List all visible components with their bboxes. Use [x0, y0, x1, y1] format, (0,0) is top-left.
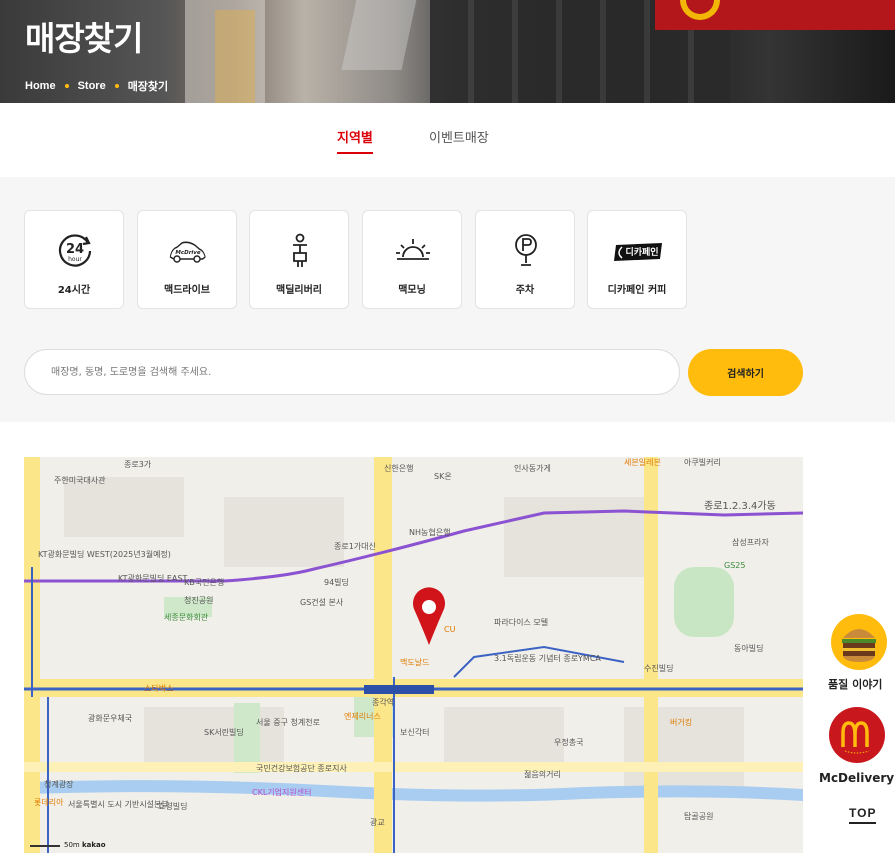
quality-story-button[interactable]: [831, 614, 887, 670]
map-label: 광교: [370, 818, 385, 827]
tab-bar: 지역별 이벤트매장: [0, 103, 895, 177]
filter-label: 맥모닝: [398, 285, 426, 296]
map-label: 국민건강보험공단 종로지사: [256, 764, 347, 773]
map-label: 주한미국대사관: [54, 476, 106, 485]
mcdelivery-button[interactable]: [829, 707, 885, 763]
24-hour-icon: 24 hour: [58, 234, 92, 267]
filter-24-hours[interactable]: 24 hour 24시간: [24, 210, 124, 309]
filter-decaf-coffee[interactable]: 디카페인 디카페인 커피: [587, 210, 687, 309]
map-label: 맥도날드: [400, 658, 430, 667]
golden-arches-logo-icon: [841, 721, 870, 754]
breadcrumb-current: 매장찾기: [127, 81, 169, 93]
filter-mcdrive[interactable]: McDrive 맥드라이브: [137, 210, 237, 309]
hero-banner: 매장찾기 Home Store 매장찾기: [0, 0, 895, 103]
filter-label: 주차: [515, 285, 535, 296]
map-label: GS25: [724, 561, 746, 570]
delivery-rider-icon: [293, 233, 307, 267]
mcdelivery-label[interactable]: McDelivery: [819, 771, 894, 785]
map-label: KB국민은행: [184, 578, 225, 587]
hero-bg-shape: [341, 0, 419, 70]
store-search-input[interactable]: [24, 349, 680, 395]
tab-event-store[interactable]: 이벤트매장: [429, 127, 489, 146]
map-label: SK온: [434, 472, 452, 481]
map-canvas: [24, 457, 803, 853]
map-label: 엔제리너스: [344, 712, 381, 721]
map-label: 동아빌딩: [734, 644, 764, 653]
filter-label: 맥딜리버리: [276, 285, 322, 296]
map-label: 광화문우체국: [88, 714, 133, 723]
filter-parking[interactable]: 주차: [475, 210, 575, 309]
map-label: SK서린빌딩: [204, 728, 244, 737]
breadcrumb-separator-icon: [114, 84, 119, 88]
page-title: 매장찾기: [25, 19, 143, 58]
decaf-badge-icon: 디카페인: [614, 243, 662, 261]
map-label: 종로1.2.3.4가동: [704, 501, 776, 512]
map-label: 롯데리아: [34, 798, 64, 807]
map-label: 청진공원: [184, 596, 214, 605]
svg-text:hour: hour: [68, 256, 82, 263]
map-label: 버거킹: [670, 718, 693, 727]
map-label: 삼성프라자: [732, 538, 769, 547]
svg-text:24: 24: [66, 242, 84, 257]
map-label: 3.1독립운동 기념터 종로YMCA: [494, 654, 601, 663]
map-label: 세종문화회관: [164, 613, 209, 622]
map-label: CU: [444, 625, 456, 634]
breadcrumb-separator-icon: [64, 84, 69, 88]
breadcrumb: Home Store 매장찾기: [25, 78, 168, 94]
map-label: 서울 중구 청계천로: [256, 718, 320, 727]
map-scale-label: 50m: [64, 841, 80, 849]
svg-text:디카페인: 디카페인: [625, 246, 658, 258]
filter-label: 맥드라이브: [164, 285, 210, 296]
map-label: KT광화문빌딩 EAST: [118, 574, 188, 583]
sunrise-icon: [396, 239, 430, 260]
map-label: 세븐일레븐: [624, 458, 661, 467]
burger-icon: [842, 629, 876, 662]
map-label: CKL기업지원센터: [252, 788, 312, 797]
mcdrive-car-icon: McDrive: [169, 241, 206, 263]
breadcrumb-home[interactable]: Home: [25, 80, 56, 92]
filter-label: 디카페인 커피: [607, 285, 667, 296]
filter-label: 24시간: [57, 285, 91, 296]
map-label: 종각역: [372, 698, 395, 707]
map-label: 파라다이스 모텔: [494, 618, 549, 627]
quality-story-label[interactable]: 품질 이야기: [828, 676, 882, 692]
map-label: 스타벅스: [144, 684, 174, 693]
hero-bg-shape: [215, 10, 255, 103]
breadcrumb-store[interactable]: Store: [78, 80, 106, 92]
tab-region[interactable]: 지역별: [337, 127, 373, 154]
map-label: 94빌딩: [324, 578, 349, 587]
map-label: 인사동가게: [514, 464, 551, 473]
map-label: KT광화문빌딩 WEST(2025년3월예정): [38, 550, 171, 559]
map-label: 종로1가대신: [334, 542, 376, 551]
map-label: 젊음의거리: [524, 770, 561, 779]
parking-pin-icon: [515, 234, 537, 266]
map-label: 탑골공원: [684, 812, 714, 821]
scroll-top-button[interactable]: TOP: [849, 806, 877, 824]
filter-panel: 24 hour 24시간 McDrive 맥드라이브 맥딜리버리 맥모닝 주차 …: [0, 177, 895, 422]
map-label: 종로3가: [124, 460, 152, 469]
filter-mcmorning[interactable]: 맥모닝: [362, 210, 462, 309]
map-label: 신한은행: [384, 464, 414, 473]
map-label: NH농협은행: [409, 528, 451, 537]
map-label: 아쿠빌커리: [684, 458, 721, 467]
svg-text:McDrive: McDrive: [175, 250, 200, 256]
map-provider-logo: kakao: [82, 841, 106, 849]
store-map[interactable]: 종로3가 신한은행 SK온 인사동가게 아쿠빌커리 종로1.2.3.4가동 주한…: [24, 457, 803, 853]
map-label: 수진빌딩: [644, 664, 674, 673]
map-label: 우정총국: [554, 738, 584, 747]
map-label: 효령빌딩: [158, 802, 188, 811]
search-button[interactable]: 검색하기: [688, 349, 803, 396]
map-label: GS건설 본사: [300, 598, 344, 607]
map-label: 보신각터: [400, 728, 430, 737]
map-label: 서울특별시 도시 기반시설본부: [68, 800, 169, 809]
filter-mcdelivery[interactable]: 맥딜리버리: [249, 210, 349, 309]
map-label: 청계광장: [44, 780, 74, 789]
